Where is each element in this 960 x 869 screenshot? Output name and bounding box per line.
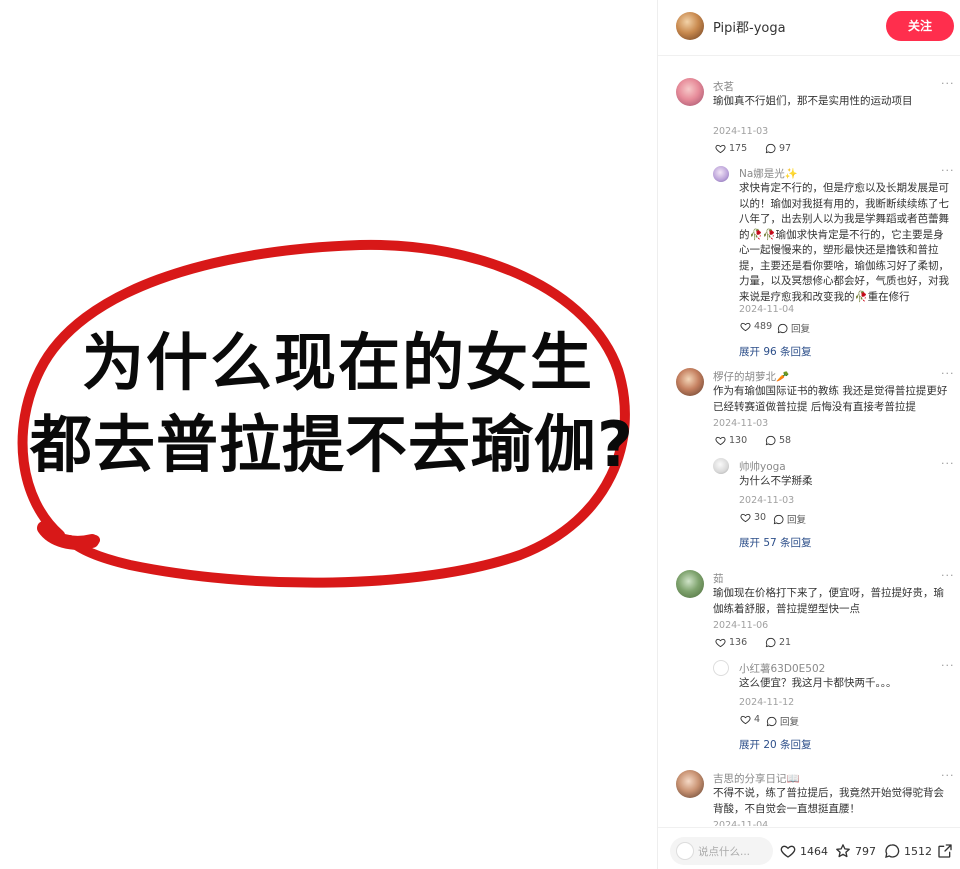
comment-author[interactable]: 衣茗	[713, 79, 734, 94]
expand-replies-link[interactable]: 展开 20 条回复	[739, 737, 812, 752]
reply-author[interactable]: 帅帅yoga	[739, 459, 786, 474]
reply-text: 求快肯定不行的，但是疗愈以及长期发展是可以的！瑜伽对我挺有用的，我断断续续练了七…	[739, 182, 949, 303]
comment-date: 2024-11-04	[713, 820, 769, 826]
like-button[interactable]: 136	[715, 637, 747, 648]
more-icon[interactable]: ···	[941, 769, 955, 782]
comment-author[interactable]: 吉思的分享日记📖	[713, 771, 800, 786]
comment-author[interactable]: 茹	[713, 571, 724, 586]
reply-date: 2024-11-03	[739, 495, 795, 506]
collect-count: 797	[855, 844, 876, 858]
reply-count: 58	[779, 435, 792, 446]
like-button[interactable]: 489	[740, 321, 772, 332]
more-icon[interactable]: ···	[941, 659, 955, 672]
heart-icon	[740, 322, 751, 332]
more-icon[interactable]: ···	[941, 569, 955, 582]
reply-button[interactable]: 回复	[777, 321, 810, 335]
comments-panel: Pipi郡-yoga 关注 衣茗 ··· 瑜伽真不行姐们，那不是实用性的运动项目…	[657, 0, 960, 869]
author-avatar[interactable]	[676, 12, 704, 40]
reply-text: 这么便宜？我这月卡都快两千。。。	[739, 677, 897, 689]
comment-icon	[766, 716, 777, 726]
reply-label: 回复	[780, 717, 800, 728]
comment-input[interactable]: 说点什么...	[670, 837, 773, 865]
like-button[interactable]: 130	[715, 435, 747, 446]
reply-count: 97	[779, 143, 792, 154]
share-icon[interactable]	[937, 843, 953, 859]
reply-date: 2024-11-12	[739, 697, 795, 708]
image-title-line2: 都去普拉提不去瑜伽?	[30, 408, 634, 481]
reply-text: 为什么不学掰柔	[739, 475, 813, 487]
collect-button[interactable]: 797	[835, 843, 876, 859]
note-image[interactable]: 为什么现在的女生 都去普拉提不去瑜伽?	[0, 0, 657, 869]
like-count: 4	[754, 714, 761, 725]
comment-list[interactable]: 衣茗 ··· 瑜伽真不行姐们，那不是实用性的运动项目 2024-11-03 17…	[658, 62, 960, 826]
reply-button[interactable]: 21	[765, 637, 791, 648]
comment-date: 2024-11-03	[713, 126, 769, 137]
star-icon	[836, 844, 850, 858]
avatar[interactable]	[676, 78, 704, 106]
post-like-count: 1464	[800, 844, 828, 858]
author-name[interactable]: Pipi郡-yoga	[713, 17, 786, 36]
more-icon[interactable]: ···	[941, 457, 955, 470]
follow-button[interactable]: 关注	[886, 11, 954, 41]
reply-count: 21	[779, 637, 792, 648]
author-bar: Pipi郡-yoga 关注	[658, 0, 960, 56]
comment-icon	[765, 143, 776, 154]
heart-icon	[780, 845, 796, 858]
heart-icon	[715, 436, 726, 446]
reply-label: 回复	[787, 515, 807, 526]
more-icon[interactable]: ···	[941, 367, 955, 380]
like-post-button[interactable]: 1464	[780, 843, 828, 859]
reply-label: 回复	[791, 324, 811, 335]
comment-icon	[765, 435, 776, 446]
comment-post-button[interactable]: 1512	[884, 843, 932, 859]
reply-button[interactable]: 97	[765, 143, 791, 154]
comment-icon	[885, 844, 900, 858]
like-count: 136	[729, 637, 748, 648]
heart-icon	[740, 715, 751, 725]
reply-button[interactable]: 回复	[773, 512, 806, 526]
reply-date: 2024-11-04	[739, 304, 795, 315]
like-button[interactable]: 175	[715, 143, 747, 154]
reply-author[interactable]: Na娜是光✨	[739, 166, 798, 181]
image-title-line1: 为什么现在的女生	[82, 326, 595, 399]
avatar[interactable]	[676, 368, 704, 396]
heart-icon	[740, 513, 751, 523]
like-count: 175	[729, 143, 748, 154]
comment-date: 2024-11-06	[713, 620, 769, 631]
reply-avatar[interactable]	[713, 660, 729, 676]
reply-button[interactable]: 58	[765, 435, 791, 446]
heart-icon	[715, 144, 726, 154]
more-icon[interactable]: ···	[941, 77, 955, 90]
comment-text: 不得不说，练了普拉提后，我竟然开始觉得驼背会背酸，不自觉会一直想挺直腰！	[713, 787, 944, 815]
like-count: 489	[754, 321, 773, 332]
bottom-action-bar: 说点什么... 1464 797 1512	[658, 827, 960, 869]
like-count: 30	[754, 512, 767, 523]
reply-button[interactable]: 回复	[766, 714, 799, 728]
like-button[interactable]: 4	[740, 714, 760, 725]
comment-count: 1512	[904, 844, 932, 858]
like-button[interactable]: 30	[740, 512, 766, 523]
comment-icon	[777, 323, 788, 333]
comment-text: 瑜伽现在价格打下来了，便宜呀，普拉提好贵，瑜伽练着舒服，普拉提塑型快一点	[713, 587, 944, 615]
expand-replies-link[interactable]: 展开 57 条回复	[739, 535, 812, 550]
reply-avatar[interactable]	[713, 458, 729, 474]
avatar[interactable]	[676, 770, 704, 798]
reply-author[interactable]: 小红薯63D0E502	[739, 661, 825, 676]
comment-author[interactable]: 椤仔的胡萝北🥕	[713, 369, 789, 384]
more-icon[interactable]: ···	[941, 164, 955, 177]
avatar[interactable]	[676, 570, 704, 598]
user-avatar	[676, 842, 694, 860]
comment-text: 瑜伽真不行姐们，那不是实用性的运动项目	[713, 95, 913, 107]
like-count: 130	[729, 435, 748, 446]
expand-replies-link[interactable]: 展开 96 条回复	[739, 344, 812, 359]
comment-icon	[765, 637, 776, 648]
comment-icon	[773, 514, 784, 524]
heart-icon	[715, 638, 726, 648]
comment-date: 2024-11-03	[713, 418, 769, 429]
reply-avatar[interactable]	[713, 166, 729, 182]
comment-input-placeholder: 说点什么...	[698, 846, 751, 858]
comment-text: 作为有瑜伽国际证书的教练 我还是觉得普拉提更好 已经转赛道做普拉提 后悔没有直接…	[713, 385, 948, 413]
